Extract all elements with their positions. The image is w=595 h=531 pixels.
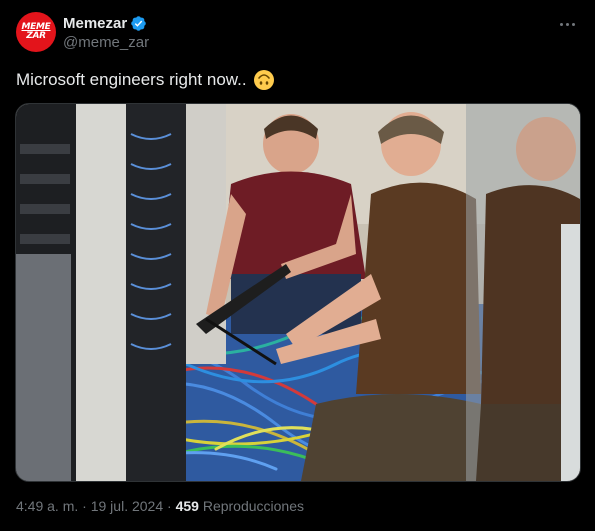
- tweet-text: Microsoft engineers right now..: [16, 67, 275, 93]
- views-count[interactable]: 459: [176, 498, 199, 514]
- meta-separator: ·: [167, 498, 172, 514]
- verified-badge-icon: [131, 15, 146, 31]
- views-label: Reproducciones: [202, 498, 304, 514]
- author-names: Memezar @meme_zar: [63, 13, 149, 53]
- avatar[interactable]: MEME ZAR: [16, 12, 56, 52]
- avatar-text-bottom: ZAR: [26, 31, 46, 41]
- author-display-name[interactable]: Memezar: [63, 15, 127, 32]
- tweet-header: MEME ZAR Memezar @meme_zar: [16, 12, 579, 54]
- tweet-body: Microsoft engineers right now..: [16, 70, 247, 89]
- upside-down-face-emoji-icon: [253, 70, 274, 90]
- more-icon[interactable]: [557, 14, 577, 34]
- meta-separator: ·: [82, 498, 87, 514]
- tweet-meta: 4:49 a. m. · 19 jul. 2024 · 459 Reproduc…: [16, 498, 304, 514]
- tweet-media-photo[interactable]: [15, 103, 581, 482]
- author-name-row[interactable]: Memezar: [63, 13, 149, 33]
- tweet-time[interactable]: 4:49 a. m.: [16, 498, 78, 514]
- author-handle[interactable]: @meme_zar: [63, 33, 149, 53]
- tweet-date[interactable]: 19 jul. 2024: [91, 498, 163, 514]
- photo-server-room-cables: [16, 104, 580, 481]
